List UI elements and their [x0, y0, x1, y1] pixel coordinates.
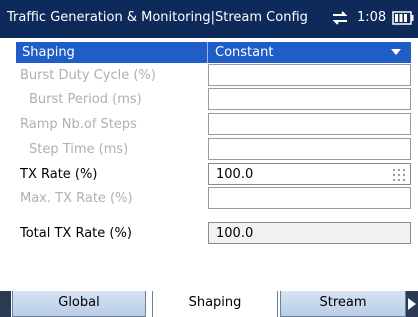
network-transfer-icon [332, 11, 348, 25]
burst-duty-cycle-row: Burst Duty Cycle (%) [16, 64, 411, 88]
burst-period-row: Burst Period (ms) [16, 88, 411, 112]
tx-rate-input[interactable]: 100.0 [208, 163, 411, 185]
window-title: Traffic Generation & Monitoring|Stream C… [7, 10, 308, 25]
tx-rate-value[interactable]: 100.0 [216, 167, 253, 182]
tx-rate-label: TX Rate (%) [20, 167, 98, 182]
total-tx-rate-label: Total TX Rate (%) [20, 226, 132, 241]
tab-scroll-right[interactable] [406, 291, 418, 317]
status-bar: Traffic Generation & Monitoring|Stream C… [0, 0, 418, 38]
chevron-down-icon[interactable] [391, 49, 401, 56]
battery-icon [392, 11, 414, 25]
tab-stream[interactable]: Stream [280, 291, 406, 317]
ramp-steps-row: Ramp Nb.of Steps [16, 113, 411, 137]
clock-time: 1:08 [357, 10, 387, 25]
step-time-label: Step Time (ms) [29, 142, 129, 157]
burst-period-field [208, 88, 411, 110]
tab-shaping[interactable]: Shaping [152, 291, 278, 317]
tab-global[interactable]: Global [12, 291, 146, 317]
shaping-label: Shaping [22, 45, 75, 60]
column-divider [207, 42, 208, 63]
shaping-value[interactable]: Constant [215, 45, 273, 60]
burst-duty-cycle-label: Burst Duty Cycle (%) [20, 68, 156, 83]
shaping-dropdown-row[interactable]: Shaping Constant [16, 42, 411, 63]
max-tx-rate-field [208, 187, 411, 209]
total-tx-rate-row: Total TX Rate (%) 100.0 [16, 222, 411, 246]
keypad-icon[interactable] [393, 169, 405, 181]
max-tx-rate-row: Max. TX Rate (%) [16, 187, 411, 211]
ramp-steps-label: Ramp Nb.of Steps [20, 117, 137, 132]
burst-duty-cycle-field [208, 64, 411, 86]
max-tx-rate-label: Max. TX Rate (%) [20, 191, 133, 206]
tx-rate-row: TX Rate (%) 100.0 [16, 163, 411, 187]
screen: Traffic Generation & Monitoring|Stream C… [0, 0, 418, 317]
total-tx-rate-field: 100.0 [208, 222, 411, 244]
total-tx-rate-value: 100.0 [216, 226, 254, 241]
tab-scroll-left [0, 291, 11, 317]
chevron-right-icon[interactable] [408, 298, 416, 310]
step-time-field [208, 138, 411, 160]
step-time-row: Step Time (ms) [16, 138, 411, 162]
tab-bar: Global Shaping Stream [0, 291, 418, 317]
burst-period-label: Burst Period (ms) [29, 92, 142, 107]
ramp-steps-field [208, 113, 411, 135]
